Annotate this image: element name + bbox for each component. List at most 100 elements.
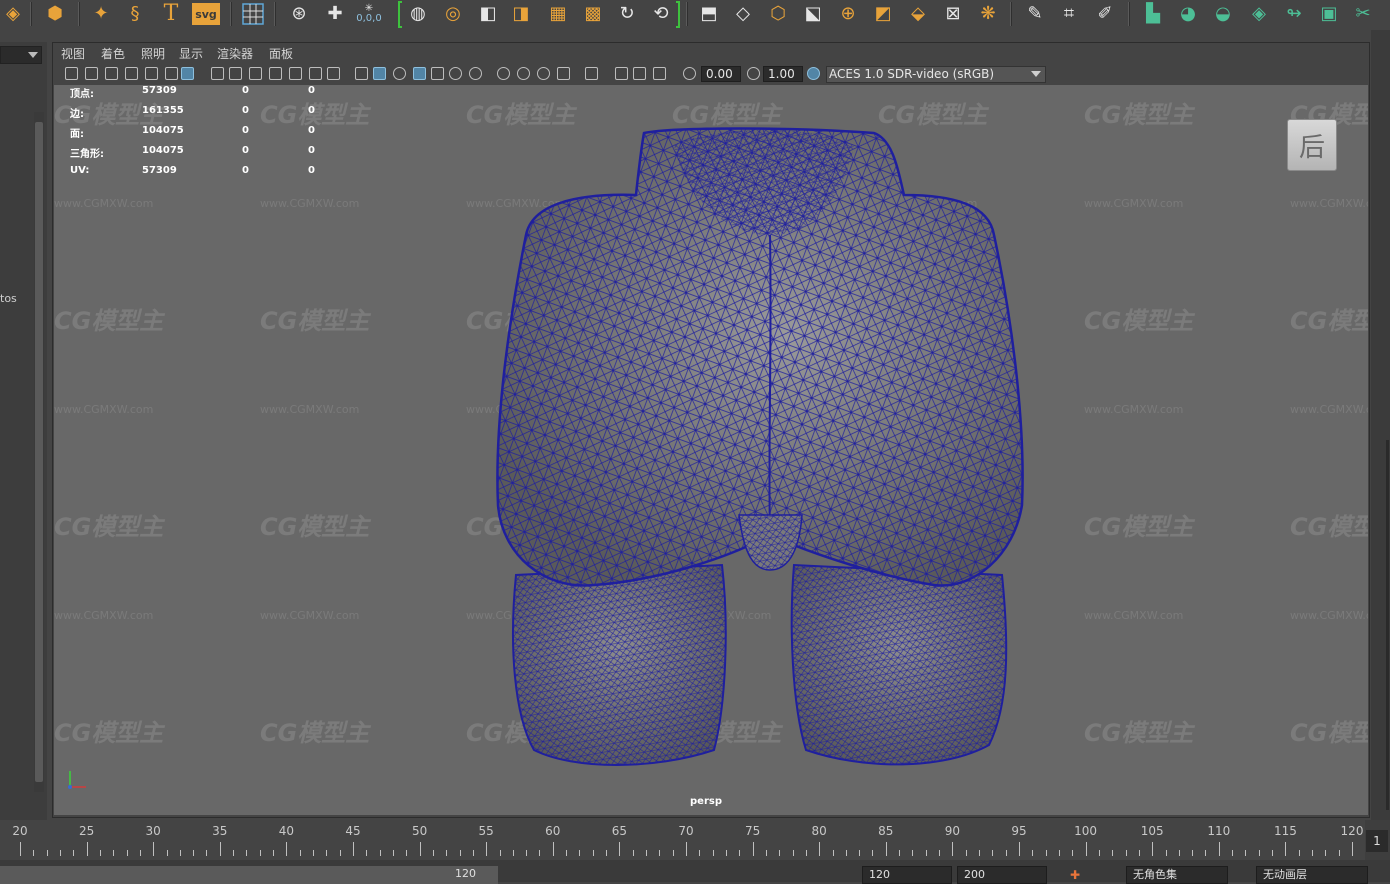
time-slider[interactable]: 20 25 30 35 40 45 50 55 60 65 70 75 80 85 90 95 100 105 11… — [0, 820, 1390, 860]
menu-panels[interactable]: 面板 — [269, 45, 293, 62]
timeline-tick — [1072, 850, 1074, 856]
soccer-ball-icon[interactable]: ⬢ — [42, 1, 68, 27]
left-panel-scrollbar[interactable] — [34, 112, 44, 792]
anti-aliasing-icon[interactable] — [537, 67, 550, 80]
sparkle-star-icon[interactable]: ✦ — [88, 1, 114, 27]
crop-select-icon[interactable]: ⌗ — [1056, 1, 1082, 27]
grid-plane-icon[interactable] — [240, 1, 266, 27]
grease-pencil-icon[interactable] — [165, 67, 178, 80]
key-icon[interactable]: ✚ — [1070, 868, 1082, 882]
green-uv-icon-5[interactable]: ↬ — [1281, 1, 1307, 27]
extrude-icon[interactable]: ⬒ — [696, 1, 722, 27]
mirror-icon[interactable]: ◨ — [508, 1, 534, 27]
xray-joints-icon[interactable] — [633, 67, 646, 80]
left-panel-dropdown[interactable] — [0, 46, 42, 64]
field-chart-icon[interactable] — [289, 67, 302, 80]
use-default-material-icon[interactable] — [393, 67, 406, 80]
measure-icon[interactable]: ⊛ — [286, 1, 312, 27]
timeline-tick-label: 35 — [212, 824, 228, 838]
anim-layer-dropdown[interactable]: 无动画层 — [1256, 866, 1368, 884]
range-max-field[interactable]: 200 — [957, 866, 1047, 884]
gamma-icon[interactable] — [747, 67, 760, 80]
bridge-icon[interactable]: ◇ — [730, 1, 756, 27]
ambient-occlusion-icon[interactable] — [497, 67, 510, 80]
menu-view[interactable]: 视图 — [61, 45, 85, 62]
select-camera-icon[interactable] — [65, 67, 78, 80]
depth-of-field-icon[interactable] — [557, 67, 570, 80]
fill-hole-icon[interactable]: ⟲ — [648, 1, 674, 27]
loop-icon[interactable]: ↻ — [614, 1, 640, 27]
box-add-icon[interactable]: ⬡ — [765, 1, 791, 27]
green-uv-icon-1[interactable]: ▙ — [1140, 1, 1166, 27]
character-set-dropdown[interactable]: 无角色集 — [1126, 866, 1228, 884]
image-plane-icon[interactable] — [125, 67, 138, 80]
snap-cross-icon[interactable]: ✚ — [322, 1, 348, 27]
particle-icon[interactable]: ✳ 0,0,0 — [356, 1, 382, 27]
layers-icon[interactable]: ◎ — [440, 1, 466, 27]
film-gate-icon[interactable] — [229, 67, 242, 80]
color-management-icon[interactable] — [807, 67, 820, 80]
timeline-tick — [299, 850, 301, 856]
exposure-field[interactable]: 0.00 — [701, 66, 741, 82]
grid-combine-icon[interactable]: ▦ — [545, 1, 571, 27]
range-end-field[interactable]: 120 — [862, 866, 952, 884]
menu-shading[interactable]: 着色 — [101, 45, 125, 62]
frame-target-icon[interactable]: ⊠ — [940, 1, 966, 27]
cube-wedge-icon[interactable]: ◩ — [870, 1, 896, 27]
use-all-lights-icon[interactable] — [449, 67, 462, 80]
timeline-tick — [1245, 850, 1247, 856]
grid-separate-icon[interactable]: ▩ — [580, 1, 606, 27]
wireframe-mesh[interactable] — [54, 85, 1368, 815]
green-uv-icon-2[interactable]: ◕ — [1175, 1, 1201, 27]
green-checker-icon[interactable]: ▣ — [1316, 1, 1342, 27]
motion-blur-icon[interactable] — [517, 67, 530, 80]
current-frame-field[interactable]: 1 — [1366, 830, 1388, 852]
merge-icon[interactable]: ⬕ — [800, 1, 826, 27]
xray-icon[interactable] — [615, 67, 628, 80]
pen-edit-icon[interactable]: ✐ — [1092, 1, 1118, 27]
scrollbar-thumb[interactable] — [35, 122, 43, 782]
polygon-cube-icon[interactable]: ◈ — [0, 1, 26, 27]
wireframe-on-shaded-icon[interactable] — [413, 67, 426, 80]
svg-icon[interactable]: svg — [192, 3, 220, 25]
range-slider[interactable]: 120 — [0, 866, 498, 884]
menu-show[interactable]: 显示 — [179, 45, 203, 62]
sculpt-icon[interactable]: ◍ — [405, 1, 431, 27]
gamma-field[interactable]: 1.00 — [763, 66, 803, 82]
shelf-separator — [1128, 2, 1130, 26]
smooth-shade-icon[interactable] — [373, 67, 386, 80]
timeline-tick — [1152, 842, 1154, 856]
camera-attributes-icon[interactable] — [85, 67, 98, 80]
xray-active-icon[interactable] — [653, 67, 666, 80]
wireframe-icon[interactable] — [355, 67, 368, 80]
safe-action-icon[interactable] — [309, 67, 322, 80]
plane-slice-icon[interactable]: ⬙ — [905, 1, 931, 27]
green-uv-icon-4[interactable]: ◈ — [1246, 1, 1272, 27]
menu-renderer[interactable]: 渲染器 — [217, 45, 253, 62]
2d-pan-icon[interactable] — [145, 67, 158, 80]
pen-draw-icon[interactable]: ✎ — [1022, 1, 1048, 27]
annotation-icon[interactable] — [181, 67, 194, 80]
gear-icon[interactable]: ❋ — [975, 1, 1001, 27]
menu-lighting[interactable]: 照明 — [141, 45, 165, 62]
helix-icon[interactable]: § — [122, 1, 148, 27]
exposure-icon[interactable] — [683, 67, 696, 80]
timeline-ruler[interactable]: 20 25 30 35 40 45 50 55 60 65 70 75 80 85 90 95 100 105 11… — [0, 820, 1365, 860]
isolate-select-icon[interactable] — [585, 67, 598, 80]
view-cube[interactable]: 后 — [1287, 119, 1337, 171]
safe-title-icon[interactable] — [327, 67, 340, 80]
green-uv-icon-3[interactable]: ◒ — [1210, 1, 1236, 27]
textured-icon[interactable] — [431, 67, 444, 80]
grid-icon[interactable] — [211, 67, 224, 80]
text-icon[interactable]: T — [158, 1, 184, 27]
sphere-cut-icon[interactable]: ⊕ — [835, 1, 861, 27]
green-scissors-icon[interactable]: ✂ — [1350, 1, 1376, 27]
bookmark-icon[interactable] — [105, 67, 118, 80]
timeline-tick — [392, 850, 394, 856]
3d-viewport[interactable]: CG模型主 www.CGMXW.com CG模型主 www.CGMXW.com CG模型… — [54, 85, 1368, 815]
boolean-union-icon[interactable]: ◧ — [475, 1, 501, 27]
resolution-gate-icon[interactable] — [249, 67, 262, 80]
shadows-icon[interactable] — [469, 67, 482, 80]
gate-mask-icon[interactable] — [269, 67, 282, 80]
color-space-dropdown[interactable]: ACES 1.0 SDR-video (sRGB) — [826, 66, 1046, 83]
